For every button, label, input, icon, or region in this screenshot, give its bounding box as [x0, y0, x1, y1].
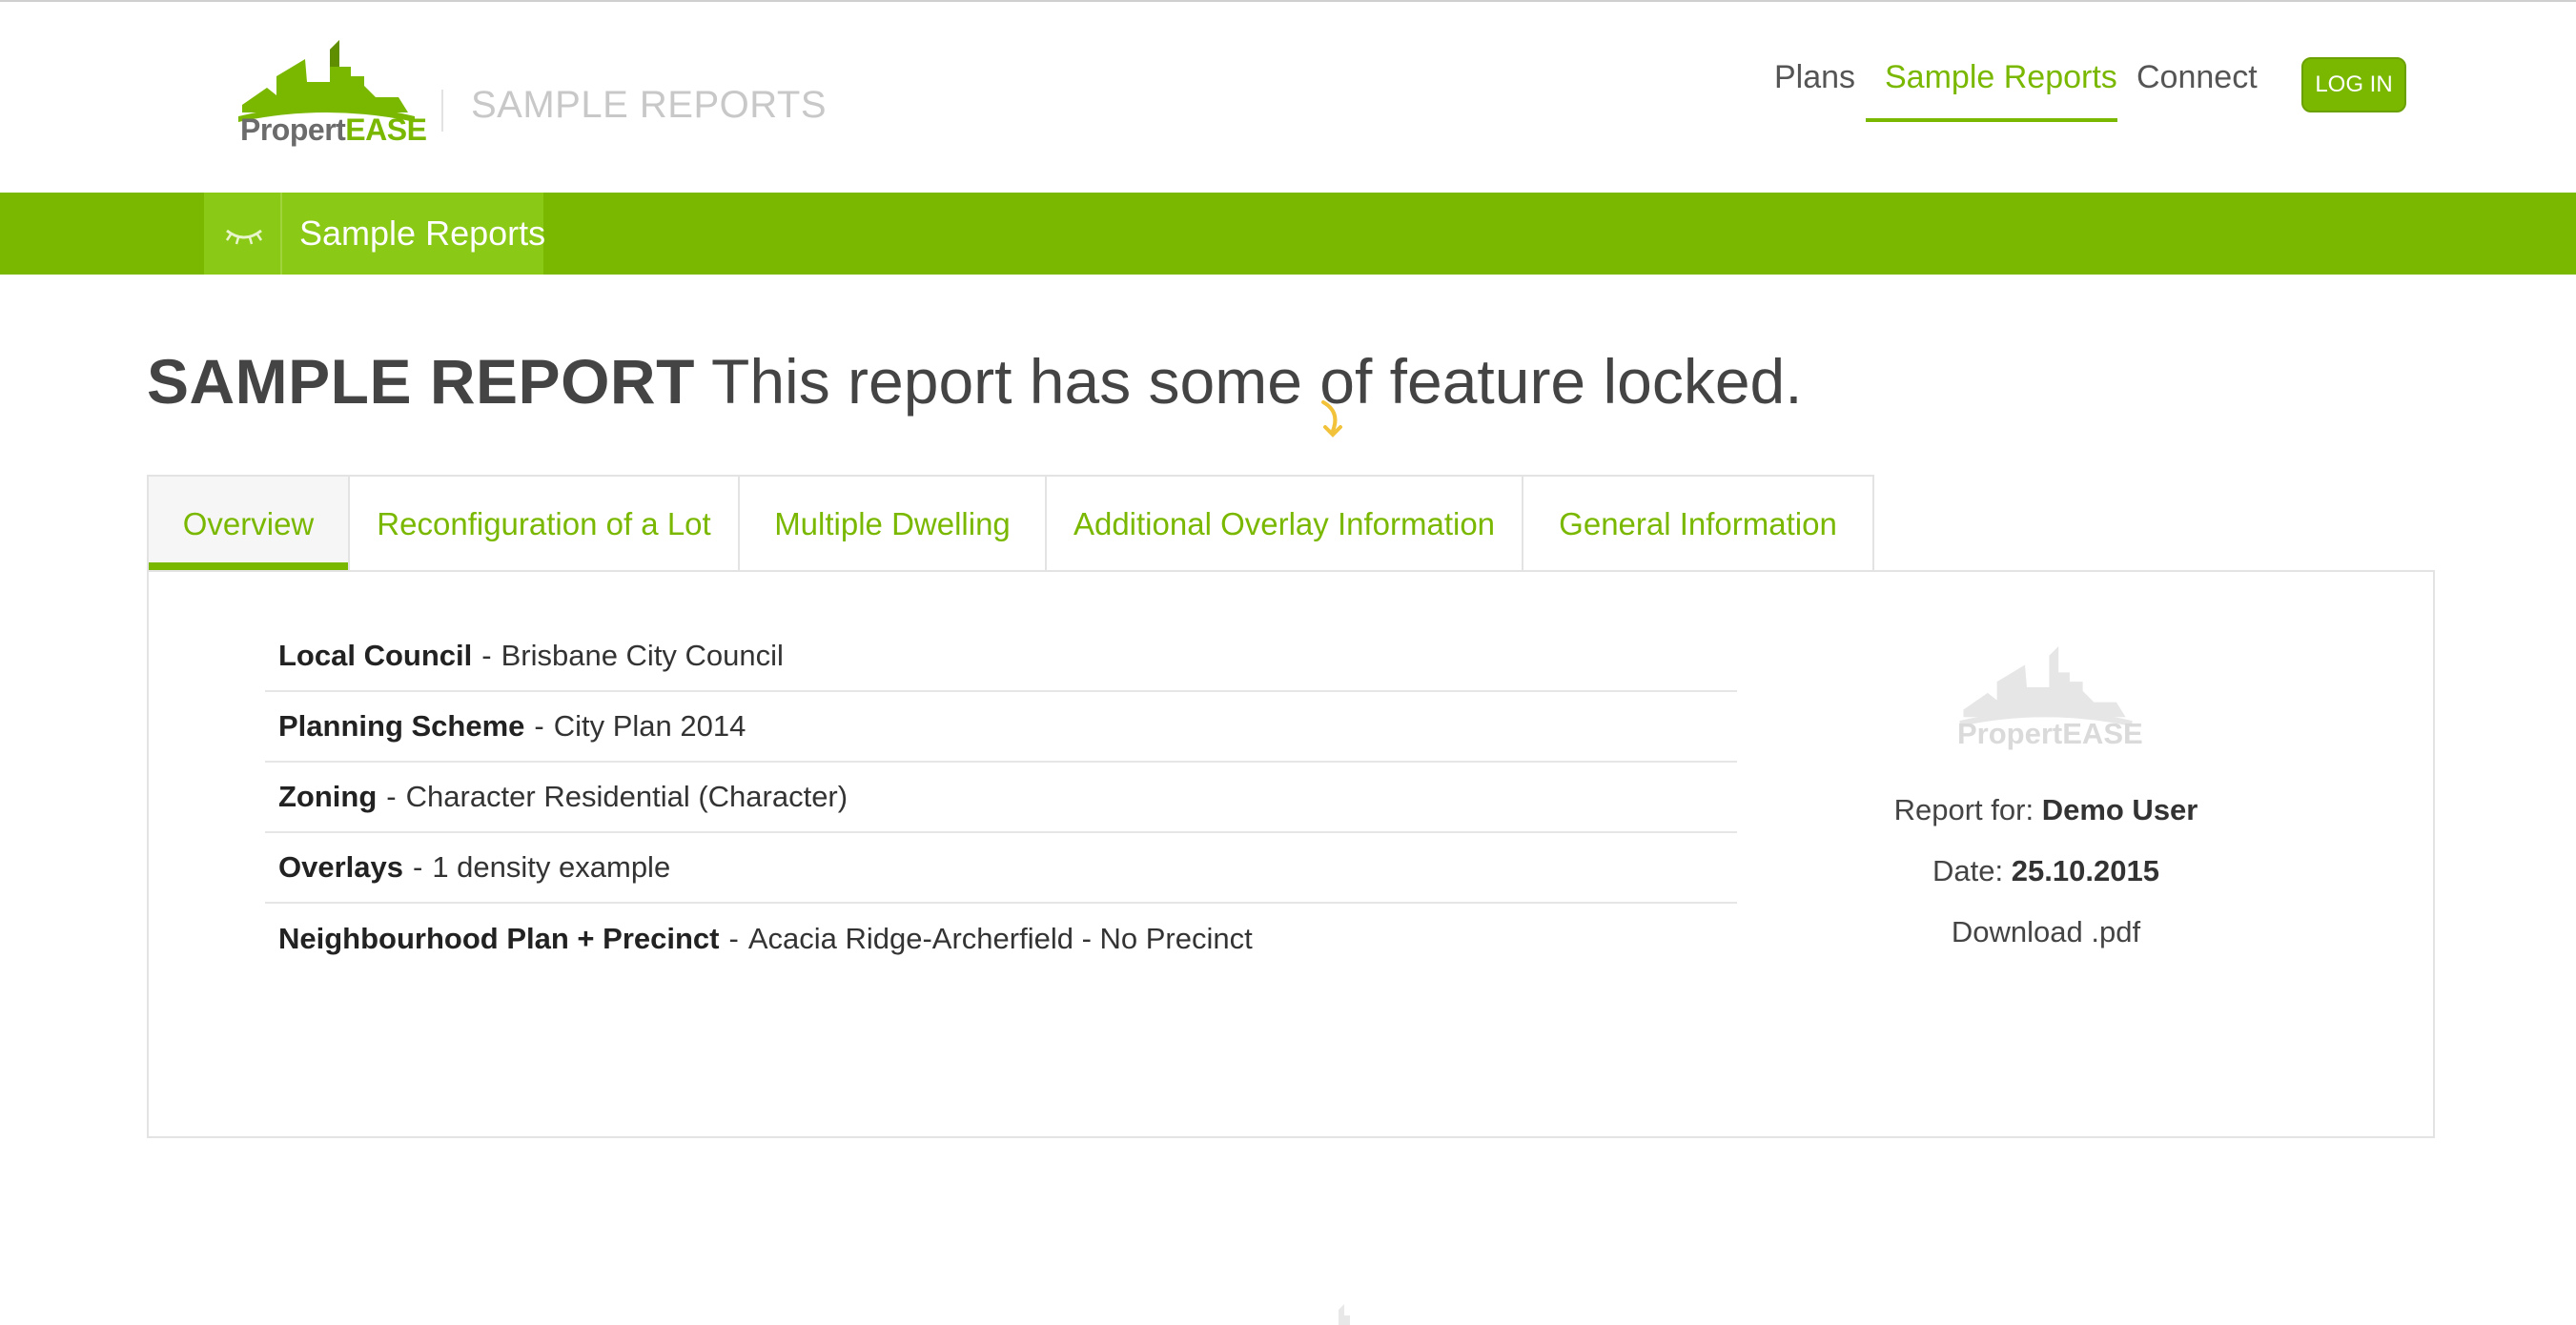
breadcrumb[interactable]: Sample Reports	[204, 193, 546, 275]
tab-general-information[interactable]: General Information	[1523, 475, 1874, 571]
tab-overview[interactable]: Overview	[147, 475, 350, 571]
report-for: Report for: Demo User	[1893, 793, 2198, 826]
logo-wordmark: PropertEASE	[240, 112, 427, 147]
nav-sample-reports[interactable]: Sample Reports	[1885, 59, 2117, 96]
info-value: 1 density example	[432, 850, 671, 884]
info-label: Zoning	[278, 780, 378, 813]
tab-additional-overlay-information[interactable]: Additional Overlay Information	[1047, 475, 1523, 571]
info-row-neighbourhood-plan: Neighbourhood Plan + Precinct - Acacia Rid…	[265, 904, 1737, 974]
info-separator: -	[386, 780, 397, 813]
eye-closed-icon	[225, 229, 263, 245]
page-title-bold: SAMPLE REPORT	[147, 346, 695, 417]
section-title: SAMPLE REPORTS	[471, 84, 828, 126]
info-value: Brisbane City Council	[501, 639, 784, 672]
nav-active-indicator	[1866, 118, 2117, 122]
report-date: Date: 25.10.2015	[1932, 854, 2159, 887]
report-tabs: Overview Reconfiguration of a Lot Multip…	[147, 475, 1874, 571]
propertease-logo[interactable]: PropertEASE	[238, 38, 427, 153]
site-header: PropertEASE SAMPLE REPORTS Plans Sample …	[0, 2, 2576, 193]
skyline-icon	[238, 40, 415, 122]
footer-logo-icon	[1339, 1304, 1350, 1325]
header-divider	[441, 90, 443, 132]
info-row-zoning: Zoning - Character Residential (Character)	[265, 763, 1737, 833]
nav-connect[interactable]: Connect	[2136, 59, 2258, 96]
page-title: SAMPLE REPORT This report has some of fe…	[147, 345, 1803, 418]
info-row-overlays: Overlays -1 density example	[265, 833, 1737, 904]
info-label: Planning Scheme	[278, 709, 525, 743]
info-value: Character Residential (Character)	[405, 780, 848, 813]
nav-plans[interactable]: Plans	[1774, 59, 1855, 96]
breadcrumb-separator	[280, 193, 282, 275]
info-label: Overlays	[278, 850, 403, 884]
report-logo: PropertEASE	[1955, 644, 2143, 759]
skyline-icon	[1959, 645, 2133, 727]
login-button[interactable]: LOG IN	[2301, 57, 2406, 112]
info-row-planning-scheme: Planning Scheme - City Plan 2014	[265, 692, 1737, 763]
info-separator: -	[413, 850, 423, 884]
report-logo-wordmark: PropertEASE	[1957, 717, 2143, 750]
info-separator: -	[481, 639, 492, 672]
report-summary: PropertEASE Report for: Demo User Date: …	[1855, 644, 2237, 949]
info-value: City Plan 2014	[553, 709, 746, 743]
cursor-icon	[1321, 400, 1342, 438]
overview-info-list: Local Council - Brisbane City Council Plan…	[265, 622, 1737, 974]
info-separator: -	[728, 922, 739, 955]
info-row-local-council: Local Council - Brisbane City Council	[265, 622, 1737, 692]
page-title-subtitle: This report has some of feature locked.	[694, 346, 1803, 417]
tab-reconfiguration-of-a-lot[interactable]: Reconfiguration of a Lot	[350, 475, 740, 571]
download-pdf-link[interactable]: Download .pdf	[1855, 915, 2237, 949]
info-value: Acacia Ridge-Archerfield - No Precinct	[747, 922, 1253, 955]
info-label: Local Council	[278, 639, 473, 672]
overview-panel: Local Council - Brisbane City Council Plan…	[147, 570, 2435, 1138]
info-separator: -	[534, 709, 544, 743]
breadcrumb-label: Sample Reports	[299, 214, 546, 253]
info-label: Neighbourhood Plan + Precinct	[278, 922, 720, 955]
report-for-user: Demo User	[2041, 793, 2198, 826]
report-date-value: 25.10.2015	[2011, 854, 2159, 887]
tab-multiple-dwelling[interactable]: Multiple Dwelling	[740, 475, 1047, 571]
